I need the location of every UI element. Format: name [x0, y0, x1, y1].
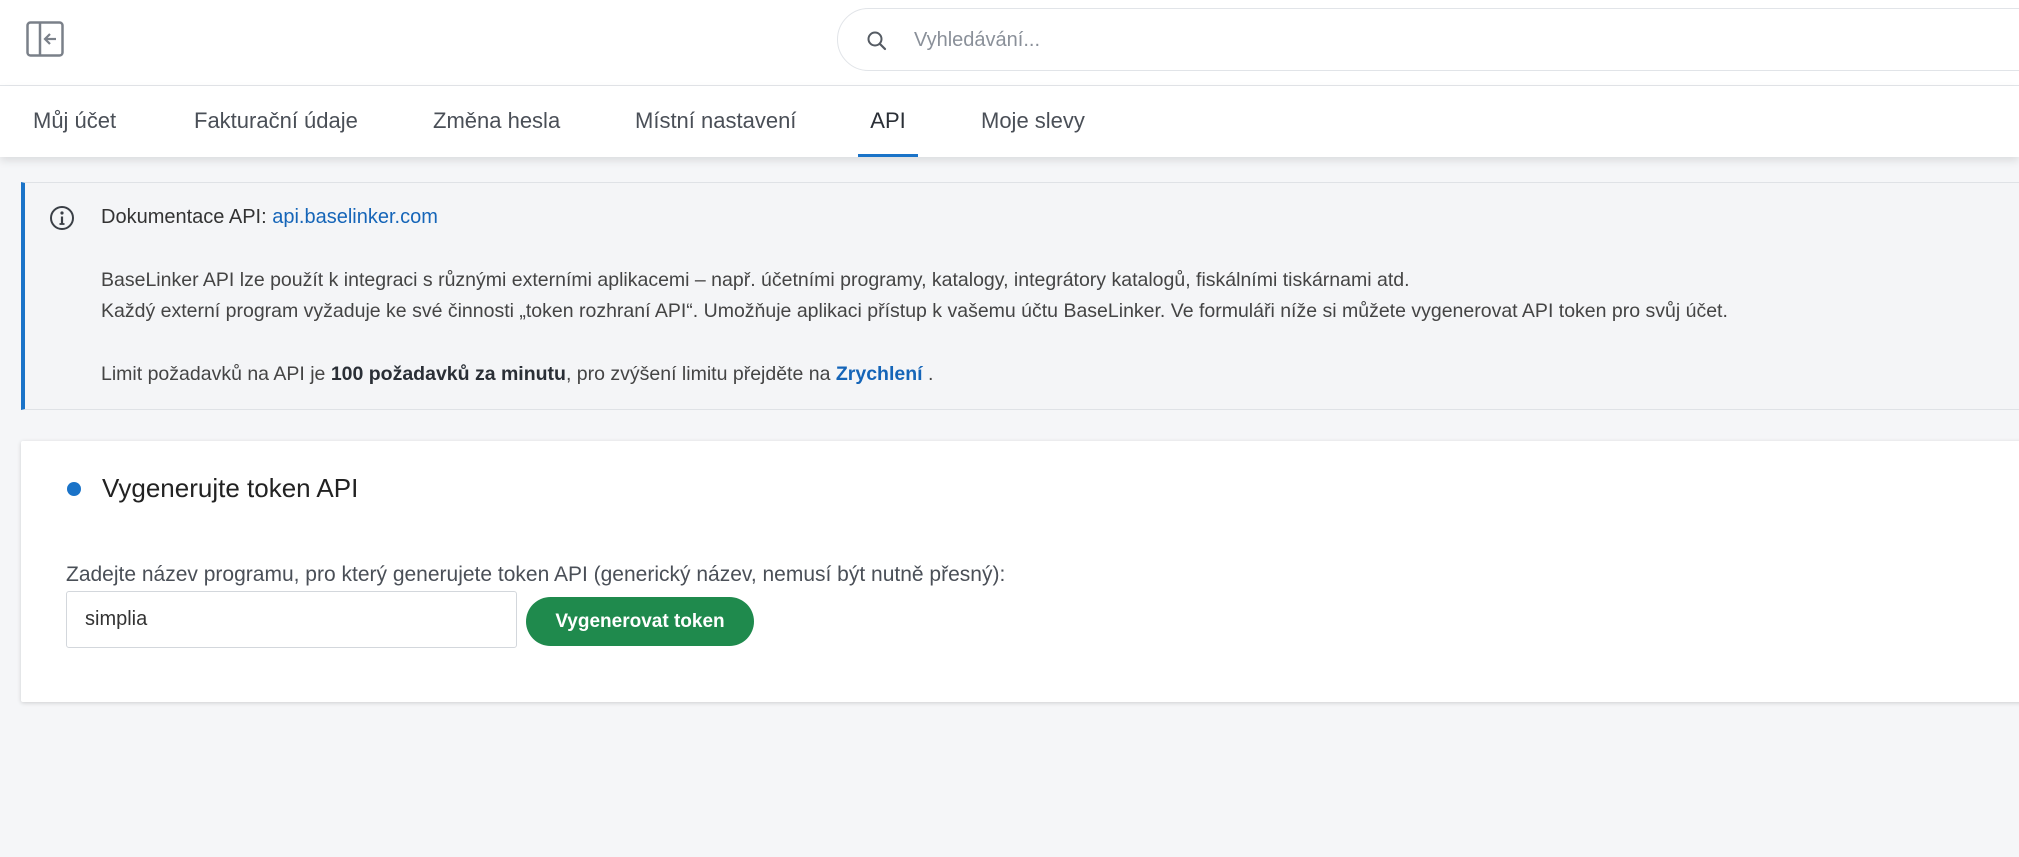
- acceleration-link[interactable]: Zrychlení: [836, 363, 923, 385]
- tab-api[interactable]: API: [858, 86, 918, 157]
- top-bar: [0, 0, 2019, 86]
- info-description-1: BaseLinker API lze použít k integraci s …: [101, 269, 1410, 291]
- generate-token-button[interactable]: Vygenerovat token: [526, 597, 754, 646]
- info-icon: [49, 205, 75, 231]
- card-title: Vygenerujte token API: [102, 473, 359, 503]
- limit-suffix: .: [927, 363, 934, 385]
- doc-label: Dokumentace API:: [101, 206, 267, 228]
- api-limit-line: Limit požadavků na API je 100 požadavků …: [101, 363, 933, 386]
- search-box[interactable]: [837, 8, 2019, 71]
- search-icon: [865, 29, 889, 53]
- info-description-2: Každý externí program vyžaduje ke své či…: [101, 300, 1728, 322]
- api-documentation-line: Dokumentace API: api.baselinker.com: [101, 206, 438, 229]
- generate-token-card: Vygenerujte token API Zadejte název prog…: [21, 441, 2019, 702]
- api-documentation-link[interactable]: api.baselinker.com: [272, 206, 438, 228]
- limit-prefix: Limit požadavků na API je: [101, 363, 326, 385]
- program-name-label: Zadejte název programu, pro který generu…: [66, 563, 1006, 586]
- tab-my-account[interactable]: Můj účet: [33, 86, 116, 157]
- limit-value: 100 požadavků za minutu: [330, 363, 566, 385]
- section-bullet: [67, 482, 81, 496]
- tab-my-discounts[interactable]: Moje slevy: [981, 86, 1085, 157]
- limit-middle: , pro zvýšení limitu přejděte na: [565, 363, 831, 385]
- tab-change-password[interactable]: Změna hesla: [433, 86, 560, 157]
- sidebar-collapse-icon[interactable]: [26, 21, 64, 57]
- program-name-input[interactable]: [66, 591, 517, 648]
- search-input[interactable]: [914, 19, 1914, 61]
- account-tabs: Můj účet Fakturační údaje Změna hesla Mí…: [0, 86, 2019, 157]
- tab-billing-details[interactable]: Fakturační údaje: [194, 86, 358, 157]
- tab-local-settings[interactable]: Místní nastavení: [635, 86, 796, 157]
- api-info-panel: Dokumentace API: api.baselinker.com Base…: [21, 182, 2019, 410]
